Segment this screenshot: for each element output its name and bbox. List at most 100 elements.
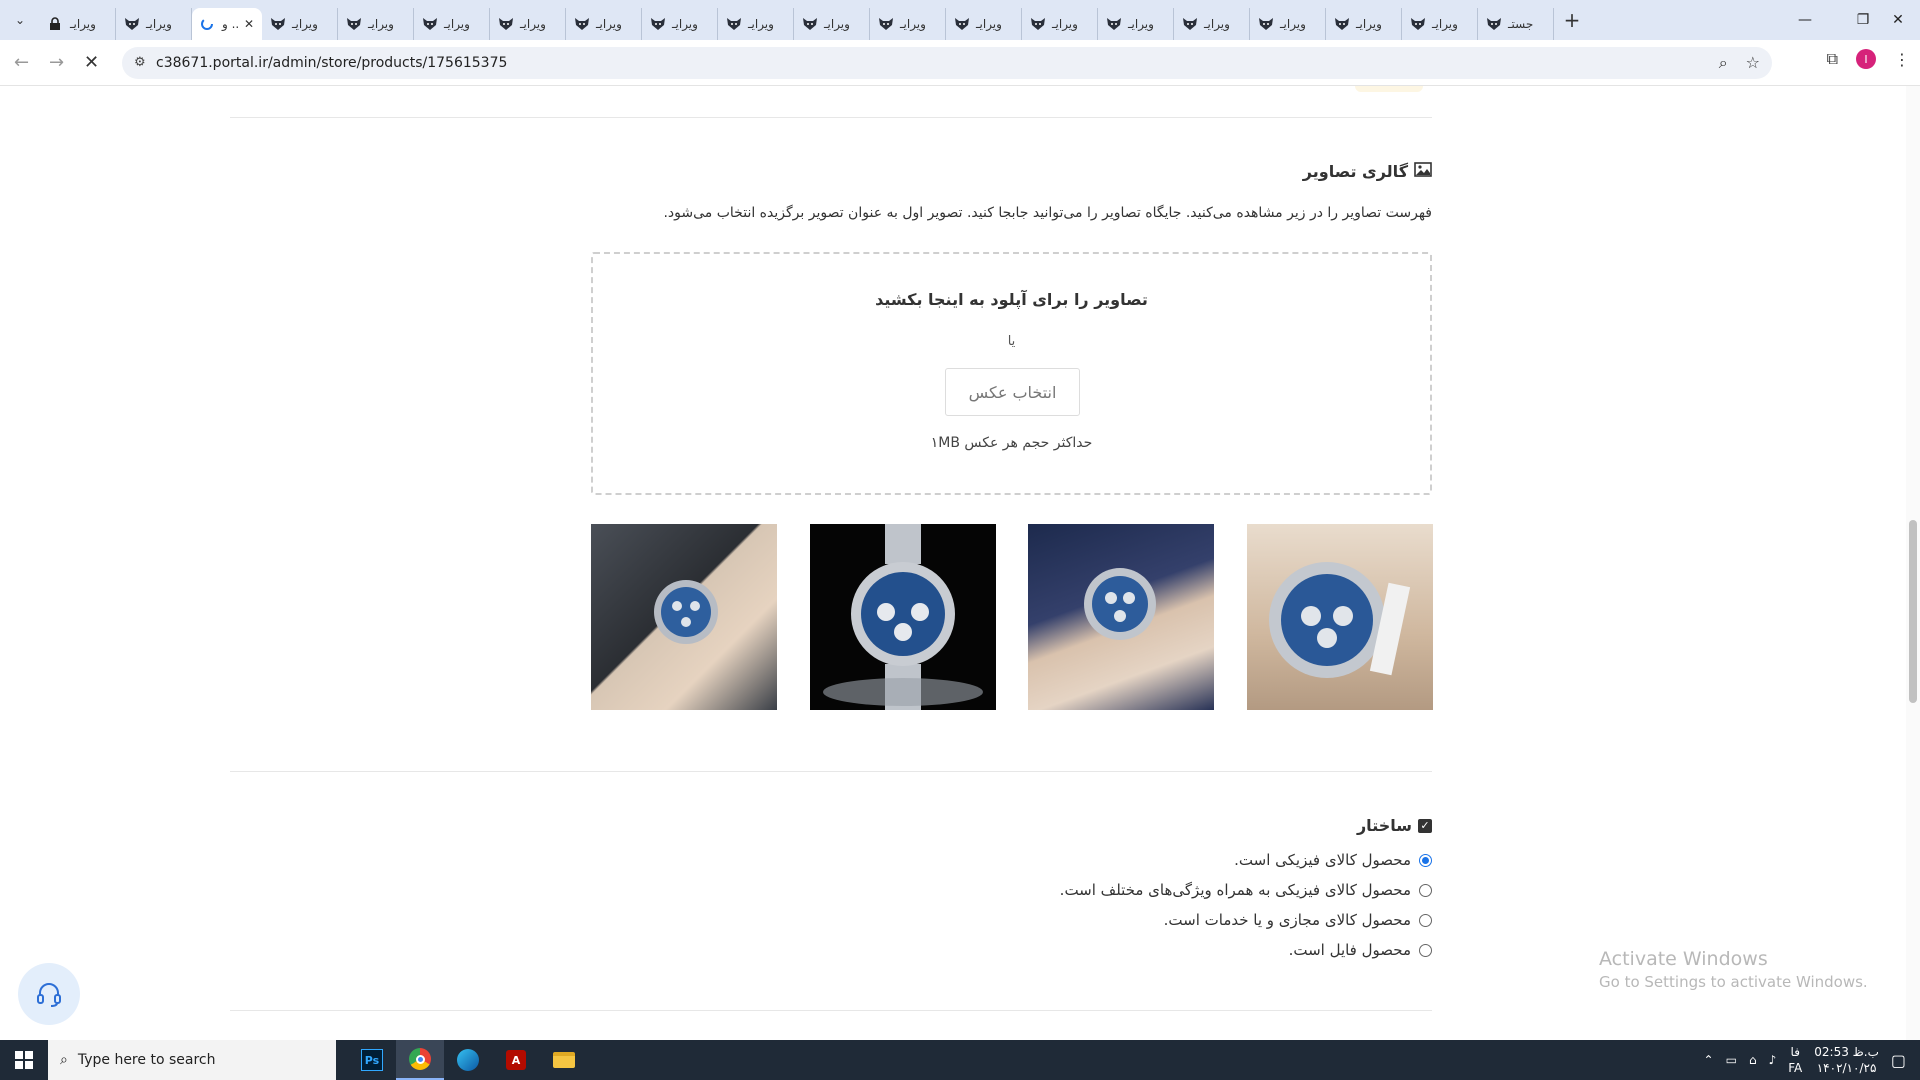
volume-icon[interactable]: ♪	[1769, 1053, 1777, 1067]
image-dropzone[interactable]: تصاویر را برای آپلود به اینجا بکشید یا ا…	[591, 252, 1432, 495]
clock-date: ۱۴۰۲/۱۰/۲۵	[1816, 1061, 1877, 1075]
tab-close-icon[interactable]: ✕	[244, 17, 254, 31]
gallery-image-4[interactable]	[1247, 524, 1433, 710]
extensions-icon[interactable]: ⧉	[1827, 49, 1838, 69]
clock-time: 02:53 ب.ظ	[1814, 1045, 1879, 1059]
page-scrollbar[interactable]	[1906, 86, 1920, 1040]
browser-tab[interactable]: ویرایـ	[414, 8, 490, 40]
gallery-image-1[interactable]	[591, 524, 777, 710]
meet-now-icon[interactable]: ▭	[1726, 1053, 1737, 1067]
structure-option-virtual[interactable]: محصول کالای مجازی و یا خدمات است.	[1164, 911, 1432, 929]
tab-label: ویرایـ	[444, 17, 470, 31]
browser-tab[interactable]: ویرایـ	[262, 8, 338, 40]
browser-tab[interactable]: جستـ	[1478, 8, 1554, 40]
radio-physical[interactable]	[1419, 853, 1432, 867]
forward-icon[interactable]: →	[39, 45, 74, 80]
browser-tab[interactable]: ویرایـ	[1174, 8, 1250, 40]
tab-label: ویرایـ	[368, 17, 394, 31]
site-info-icon[interactable]: ⚙	[134, 55, 146, 70]
browser-tab[interactable]: ویرایـ	[1326, 8, 1402, 40]
browser-tab[interactable]: ویرایـ	[1098, 8, 1174, 40]
tab-search-icon[interactable]: ⌄	[0, 0, 40, 40]
file-explorer-icon[interactable]	[540, 1040, 588, 1080]
radio-virtual[interactable]	[1419, 913, 1432, 927]
back-icon[interactable]: ←	[4, 45, 39, 80]
structure-title-text: ساختار	[1356, 816, 1412, 835]
choose-image-button[interactable]: انتخاب عکس	[945, 368, 1080, 416]
structure-option-file[interactable]: محصول فایل است.	[1289, 941, 1432, 959]
scroll-thumb[interactable]	[1909, 520, 1917, 703]
fox-icon	[124, 17, 140, 31]
fox-icon	[802, 17, 818, 31]
radio-variants[interactable]	[1419, 883, 1432, 897]
section-divider-3	[230, 1010, 1432, 1011]
gallery-description: فهرست تصاویر را در زیر مشاهده می‌کنید. ج…	[663, 205, 1432, 221]
fox-icon	[422, 17, 438, 31]
browser-tab[interactable]: ویرایـ	[1250, 8, 1326, 40]
avatar[interactable]: I	[1856, 49, 1876, 69]
fox-icon	[1486, 17, 1502, 31]
chrome-icon[interactable]	[396, 1040, 444, 1080]
tab-label: و ..	[222, 17, 240, 31]
browser-tab[interactable]: ویرایـ	[40, 8, 116, 40]
tab-label: ویرایـ	[1356, 17, 1382, 31]
option-label: محصول کالای مجازی و یا خدمات است.	[1163, 911, 1411, 929]
acrobat-icon[interactable]: A	[492, 1040, 540, 1080]
browser-tab[interactable]: ویرایـ	[870, 8, 946, 40]
notifications-icon[interactable]: ▢	[1891, 1051, 1906, 1070]
top-highlight	[1355, 86, 1423, 92]
bookmark-star-icon[interactable]: ☆	[1746, 53, 1760, 73]
checkbox-checked-icon: ✓	[1418, 818, 1432, 833]
gallery-image-3[interactable]	[1028, 524, 1214, 710]
fox-icon	[1334, 17, 1350, 31]
browser-tab[interactable]: ویرایـ	[490, 8, 566, 40]
browser-tab[interactable]: ویرایـ	[1022, 8, 1098, 40]
fox-icon	[1258, 17, 1274, 31]
gallery-image-2[interactable]	[810, 524, 996, 710]
browser-tab[interactable]: ویرایـ	[566, 8, 642, 40]
browser-tab[interactable]: ویرایـ	[794, 8, 870, 40]
browser-tab[interactable]: ویرایـ	[718, 8, 794, 40]
fox-icon	[498, 17, 514, 31]
fox-icon	[574, 17, 590, 31]
stop-loading-icon[interactable]: ✕	[74, 45, 109, 80]
section-divider	[230, 117, 1432, 118]
gallery-title: گالری تصاویر	[1303, 162, 1432, 181]
browser-tab[interactable]: ویرایـ	[946, 8, 1022, 40]
edge-icon[interactable]	[444, 1040, 492, 1080]
url-field[interactable]: ⚙ c38671.portal.ir/admin/store/products/…	[122, 47, 1772, 79]
dropzone-or: یا	[1007, 334, 1016, 349]
language-indicator[interactable]: فا FA	[1788, 1044, 1802, 1076]
fox-icon	[1030, 17, 1046, 31]
structure-title: ✓ ساختار	[1357, 816, 1432, 835]
more-menu-icon[interactable]: ⋮	[1894, 50, 1910, 69]
windows-start-icon[interactable]	[0, 1040, 48, 1080]
taskbar-search[interactable]: ⌕ Type here to search	[48, 1040, 336, 1080]
structure-option-physical[interactable]: محصول کالای فیزیکی است.	[1234, 851, 1432, 869]
radio-file[interactable]	[1419, 943, 1432, 957]
photoshop-icon[interactable]: Ps	[348, 1040, 396, 1080]
minimize-icon[interactable]: —	[1776, 0, 1834, 40]
support-chat-button[interactable]	[18, 963, 80, 1025]
fox-icon	[650, 17, 666, 31]
browser-tab[interactable]: ویرایـ	[1402, 8, 1478, 40]
activate-windows-title: Activate Windows	[1599, 948, 1768, 970]
browser-tab[interactable]: ویرایـ	[338, 8, 414, 40]
close-window-icon[interactable]: ✕	[1876, 0, 1920, 40]
chevron-up-icon[interactable]: ⌃	[1704, 1053, 1714, 1067]
zoom-icon[interactable]: ⌕	[1719, 53, 1728, 73]
tab-label: ویرایـ	[292, 17, 318, 31]
fox-icon	[878, 17, 894, 31]
option-label: محصول کالای فیزیکی به همراه ویژگی‌های مخ…	[1059, 881, 1411, 899]
section-divider-2	[230, 771, 1432, 772]
browser-tab[interactable]: ویرایـ	[642, 8, 718, 40]
browser-tab[interactable]: ویرایـ	[116, 8, 192, 40]
tab-label: ویرایـ	[976, 17, 1002, 31]
new-tab-button[interactable]: +	[1554, 8, 1590, 32]
browser-tab[interactable]: و .. ✕	[192, 8, 262, 40]
max-size-note: حداکثر حجم هر عکس ۱MB	[930, 435, 1093, 451]
network-icon[interactable]: ⌂	[1749, 1053, 1757, 1067]
activate-windows-subtitle: Go to Settings to activate Windows.	[1599, 973, 1868, 991]
structure-option-variants[interactable]: محصول کالای فیزیکی به همراه ویژگی‌های مخ…	[1060, 881, 1432, 899]
clock[interactable]: 02:53 ب.ظ ۱۴۰۲/۱۰/۲۵	[1814, 1044, 1879, 1076]
